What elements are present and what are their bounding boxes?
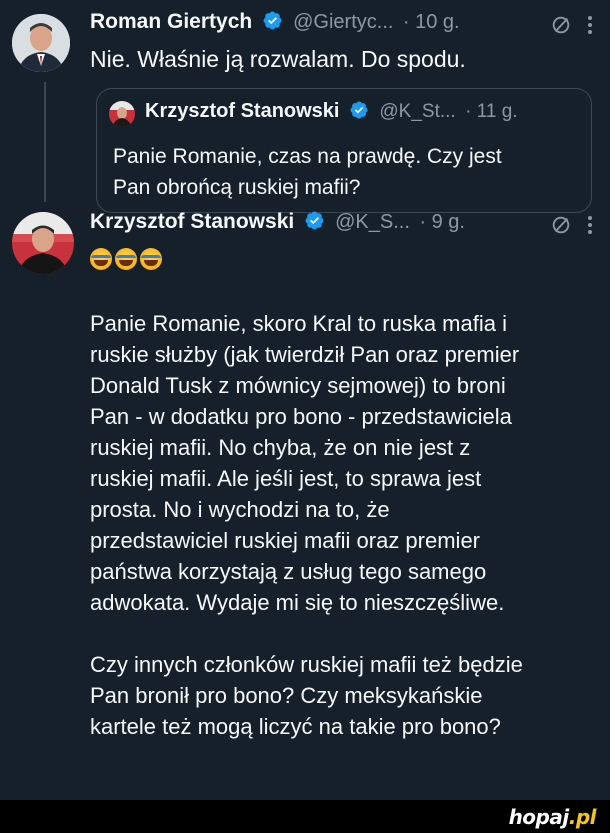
verified-badge-icon bbox=[305, 211, 324, 230]
laughing-emoji-icon bbox=[140, 248, 162, 270]
tweet1-time[interactable]: · 10 g. bbox=[403, 11, 460, 33]
tweet1-header: Roman Giertych @Giertyc... · 10 g. bbox=[90, 10, 460, 34]
tweet2-author-name[interactable]: Krzysztof Stanowski bbox=[90, 210, 294, 233]
quote-header: Krzysztof Stanowski @K_St... · 11 g. bbox=[145, 100, 518, 123]
edit-history-icon[interactable] bbox=[550, 14, 572, 36]
verified-badge-icon bbox=[263, 11, 282, 30]
tweet2-line: ruskiej mafii. No chyba, że on nie jest … bbox=[90, 435, 471, 460]
watermark-logo: hopaj.pl bbox=[508, 805, 597, 829]
quote-time: · 11 g. bbox=[465, 101, 518, 122]
tweet2-line: ruskie służby (jak twierdził Pan oraz pr… bbox=[90, 342, 520, 367]
tweet1-handle[interactable]: @Giertyc... bbox=[293, 11, 393, 33]
laughing-emoji-icon bbox=[90, 248, 112, 270]
tweet2-body: Panie Romanie, skoro Kral to ruska mafia… bbox=[90, 308, 600, 742]
quote-text-line2: Pan obrońcą ruskiej mafii? bbox=[113, 176, 361, 199]
tweet2-line: państwa korzystają z usług tego samego bbox=[90, 559, 487, 584]
tweet2-line: przedstawiciel ruskiej mafii oraz premie… bbox=[90, 528, 481, 553]
edit-history-icon[interactable] bbox=[550, 214, 572, 236]
tweet2-handle[interactable]: @K_S... bbox=[335, 211, 410, 233]
laughing-emoji-icon bbox=[115, 248, 137, 270]
more-options-icon[interactable] bbox=[586, 214, 594, 236]
quote-avatar bbox=[109, 101, 135, 127]
verified-badge-icon bbox=[350, 101, 368, 119]
tweet2-line bbox=[90, 618, 600, 649]
thread-connector-line bbox=[44, 82, 46, 202]
laughing-emoji-row bbox=[90, 248, 165, 275]
tweet2-line: adwokata. Wydaje mi się to nieszczęśliwe… bbox=[90, 590, 505, 615]
tweet1-author-name[interactable]: Roman Giertych bbox=[90, 10, 252, 33]
tweet2-line: Pan bronił pro bono? Czy meksykańskie bbox=[90, 683, 483, 708]
tweet2-line: Pan - w dodatku pro bono - przedstawicie… bbox=[90, 404, 512, 429]
quote-text-line1: Panie Romanie, czas na prawdę. Czy jest bbox=[113, 145, 502, 168]
tweet2-line: Czy innych członków ruskiej mafii też bę… bbox=[90, 652, 523, 677]
tweet1-text: Nie. Właśnie ją rozwalam. Do spodu. bbox=[90, 46, 466, 72]
tweet2-header: Krzysztof Stanowski @K_S... · 9 g. bbox=[90, 210, 465, 234]
tweet2-line: kartele też mogą liczyć na takie pro bon… bbox=[90, 714, 501, 739]
avatar-roman-giertych[interactable] bbox=[12, 14, 70, 72]
quote-handle: @K_St... bbox=[379, 101, 456, 122]
tweet2-time[interactable]: · 9 g. bbox=[419, 211, 465, 233]
quote-author-name: Krzysztof Stanowski bbox=[145, 100, 340, 122]
quoted-tweet-card[interactable]: Krzysztof Stanowski @K_St... · 11 g. Pan… bbox=[96, 88, 592, 213]
tweet2-line: Panie Romanie, skoro Kral to ruska mafia… bbox=[90, 311, 507, 336]
tweet2-line: ruskiej mafii. Ale jeśli jest, to sprawa… bbox=[90, 466, 482, 491]
avatar-krzysztof-stanowski[interactable] bbox=[12, 212, 74, 274]
more-options-icon[interactable] bbox=[586, 14, 594, 36]
tweet2-line: prosta. No i wychodzi na to, że bbox=[90, 497, 390, 522]
tweet2-line: Donald Tusk z mównicy sejmowej) to broni bbox=[90, 373, 506, 398]
